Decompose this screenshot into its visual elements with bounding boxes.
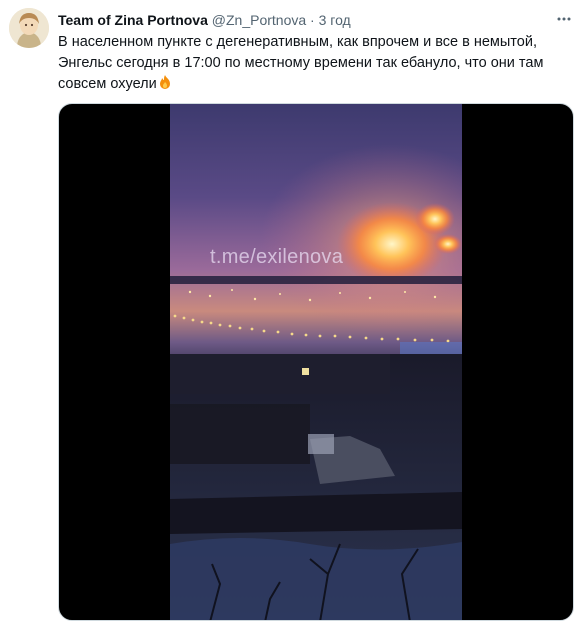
display-name[interactable]: Team of Zina Portnova: [58, 12, 208, 28]
user-handle[interactable]: @Zn_Portnova: [212, 12, 306, 28]
video-frame[interactable]: t.me/exilenova: [170, 104, 462, 620]
timestamp[interactable]: 3 год: [319, 12, 351, 28]
avatar-image: [9, 8, 49, 48]
more-icon[interactable]: [555, 10, 573, 28]
tweet[interactable]: Team of Zina Portnova @Zn_Portnova · 3 г…: [0, 0, 583, 626]
avatar[interactable]: [9, 8, 49, 48]
tweet-text: В населенном пункте с дегенеративным, ка…: [58, 32, 573, 95]
tweet-text-body: В населенном пункте с дегенеративным, ка…: [58, 34, 544, 92]
separator: ·: [310, 12, 315, 28]
fire-icon: [157, 74, 173, 90]
tweet-header: Team of Zina Portnova @Zn_Portnova · 3 г…: [58, 10, 573, 30]
watermark: t.me/exilenova: [210, 246, 344, 268]
explosion-scene: [170, 104, 462, 620]
tweet-media[interactable]: t.me/exilenova: [58, 103, 574, 621]
